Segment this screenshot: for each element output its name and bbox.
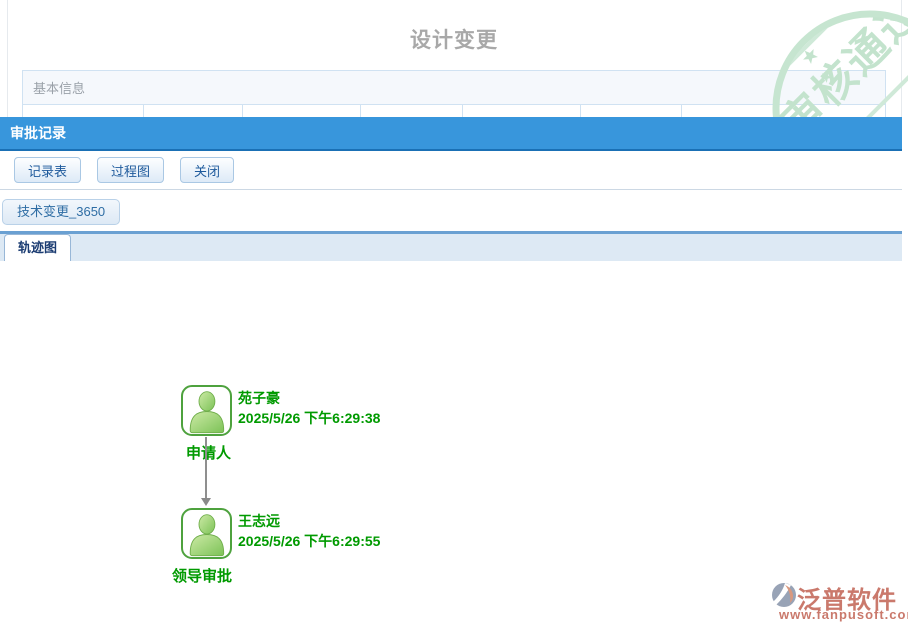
tab-trajectory-diagram[interactable]: 轨迹图 — [4, 234, 71, 261]
record-table-button[interactable]: 记录表 — [14, 157, 81, 183]
flow-node-leader-role: 领导审批 — [172, 565, 232, 586]
approver-name: 苑子豪 — [238, 388, 380, 408]
basic-info-label: 基本信息 — [23, 78, 85, 97]
person-icon — [184, 512, 229, 557]
flow-connector-line — [205, 437, 207, 498]
view-tab-strip: 轨迹图 — [0, 231, 902, 261]
trajectory-diagram-canvas: 苑子豪 2025/5/26 下午6:29:38 申请人 王志远 2025/5/2… — [0, 261, 902, 626]
flow-node-leader-avatar — [181, 508, 232, 559]
form-cell — [144, 105, 244, 117]
approver-name: 王志远 — [238, 511, 380, 531]
close-button[interactable]: 关闭 — [180, 157, 234, 183]
form-cell — [581, 105, 683, 117]
form-cell — [361, 105, 463, 117]
record-tab-tech-change[interactable]: 技术变更_3650 — [2, 199, 120, 225]
flow-node-applicant-info: 苑子豪 2025/5/26 下午6:29:38 — [238, 388, 380, 428]
dialog-title-bar: 审批记录 — [0, 117, 902, 151]
approval-time: 2025/5/26 下午6:29:55 — [238, 531, 380, 551]
flow-arrow-icon — [201, 498, 211, 506]
record-tab-row: 技术变更_3650 — [0, 190, 902, 231]
form-table-row — [22, 105, 886, 117]
base-page: 设计变更 基本信息 — [0, 0, 908, 117]
page-title: 设计变更 — [0, 24, 908, 54]
approval-records-dialog: 审批记录 记录表 过程图 关闭 技术变更_3650 轨迹图 — [0, 117, 902, 626]
page-right-border — [901, 0, 902, 117]
basic-info-section-header: 基本信息 — [22, 70, 886, 105]
dialog-title: 审批记录 — [10, 125, 66, 141]
process-diagram-button[interactable]: 过程图 — [97, 157, 164, 183]
flow-node-leader-info: 王志远 2025/5/26 下午6:29:55 — [238, 511, 380, 551]
dialog-toolbar: 记录表 过程图 关闭 — [0, 151, 902, 190]
person-icon — [184, 389, 229, 434]
form-cell — [243, 105, 361, 117]
form-cell — [23, 105, 144, 117]
screen: 设计变更 基本信息 审核通过 — [0, 0, 908, 626]
brand-url: www.fanpusoft.com — [779, 607, 908, 622]
form-cell — [463, 105, 581, 117]
page-left-border — [7, 0, 8, 117]
approval-time: 2025/5/26 下午6:29:38 — [238, 408, 380, 428]
form-cell — [682, 105, 778, 117]
form-cell — [778, 105, 885, 117]
flow-node-applicant-avatar — [181, 385, 232, 436]
flow-node-applicant-role: 申请人 — [186, 442, 231, 463]
